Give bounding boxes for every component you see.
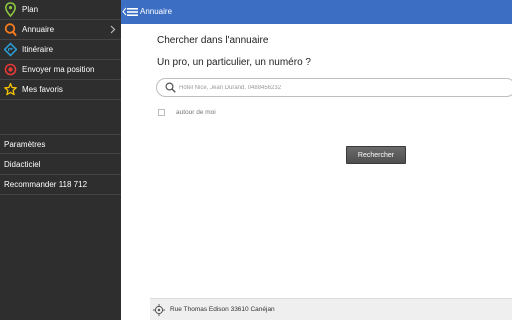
drawer-item-label: Annuaire <box>22 25 55 34</box>
drawer-item-recommander[interactable]: Recommander 118 712 <box>0 175 121 195</box>
drawer-item-plan[interactable]: Plan <box>0 0 121 20</box>
drawer-item-label: Recommander 118 712 <box>4 180 88 189</box>
search-input[interactable] <box>179 81 509 94</box>
search-button[interactable]: Rechercher <box>346 146 406 164</box>
around-me-checkbox[interactable] <box>158 109 165 116</box>
search-field[interactable] <box>156 78 512 97</box>
search-icon <box>4 23 17 37</box>
current-address: Rue Thomas Edison 33610 Canéjan <box>170 306 275 313</box>
drawer-item-label: Mes favoris <box>22 85 63 94</box>
target-icon <box>4 63 17 76</box>
chevron-right-icon <box>110 25 116 34</box>
drawer-item-mes-favoris[interactable]: Mes favoris <box>0 80 121 100</box>
drawer-item-didacticiel[interactable]: Didacticiel <box>0 155 121 175</box>
current-location-bar[interactable]: Rue Thomas Edison 33610 Canéjan <box>150 298 512 320</box>
drawer-item-envoyer-position[interactable]: Envoyer ma position <box>0 60 121 80</box>
app-header: Annuaire <box>121 0 512 24</box>
section-subtitle: Un pro, un particulier, un numéro ? <box>157 57 311 68</box>
drawer-item-annuaire[interactable]: Annuaire <box>0 20 121 40</box>
drawer-item-parametres[interactable]: Paramètres <box>0 134 121 154</box>
page-title: Annuaire <box>140 7 173 16</box>
section-title: Chercher dans l'annuaire <box>157 35 269 46</box>
drawer-item-label: Paramètres <box>4 140 46 149</box>
star-icon <box>4 82 17 96</box>
around-me-label: autour de moi <box>176 109 216 116</box>
drawer-item-label: Itinéraire <box>22 45 54 54</box>
gps-icon <box>153 304 165 316</box>
drawer-item-label: Envoyer ma position <box>22 65 95 74</box>
directions-icon <box>4 42 17 57</box>
search-icon <box>165 82 176 93</box>
drawer-item-itineraire[interactable]: Itinéraire <box>0 40 121 60</box>
drawer-item-label: Plan <box>22 5 39 14</box>
navigation-drawer: Plan Annuaire Itinéraire Envoyer ma posi… <box>0 0 121 320</box>
map-pin-icon <box>4 2 17 17</box>
drawer-item-label: Didacticiel <box>4 160 41 169</box>
menu-icon[interactable] <box>127 6 138 18</box>
